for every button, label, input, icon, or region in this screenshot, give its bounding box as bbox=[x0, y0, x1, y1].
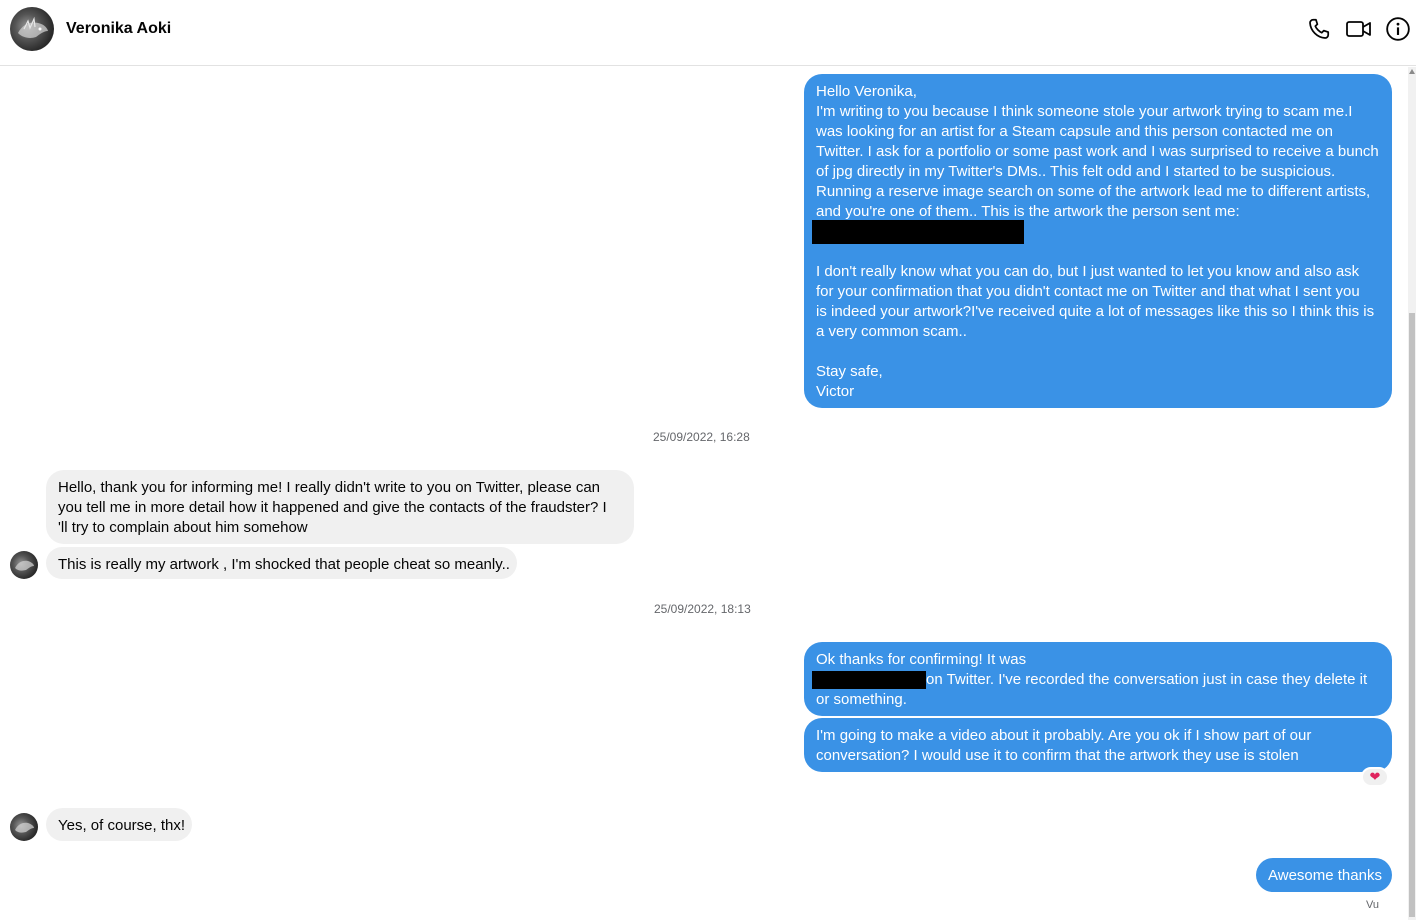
message-text: This is really my artwork , I'm shocked … bbox=[58, 556, 510, 573]
redaction-box bbox=[812, 220, 1024, 244]
message-line: or something. bbox=[816, 691, 907, 708]
redaction-box bbox=[812, 671, 926, 690]
message-line: for your confirmation that you didn't co… bbox=[816, 283, 1360, 300]
message-line-with-redaction: on Twitter. I've recorded the conversati… bbox=[812, 670, 1380, 690]
message-line: I'm going to make a video about it proba… bbox=[816, 727, 1312, 744]
message-thread[interactable]: Hello Veronika, I'm writing to you becau… bbox=[0, 67, 1408, 920]
message-line: Ok thanks for confirming! It was bbox=[816, 651, 1027, 668]
seen-indicator: Vu bbox=[1366, 899, 1380, 911]
message-line: a very common scam.. bbox=[816, 323, 967, 340]
message-line-redacted bbox=[812, 220, 1380, 244]
phone-icon[interactable] bbox=[1306, 16, 1332, 42]
message-line: you tell me in more detail how it happen… bbox=[58, 499, 607, 516]
outgoing-message-bubble[interactable]: Hello Veronika, I'm writing to you becau… bbox=[804, 74, 1392, 408]
outgoing-message-bubble[interactable]: Ok thanks for confirming! It was on Twit… bbox=[804, 642, 1392, 716]
message-line: 'll try to complain about him somehow bbox=[58, 519, 308, 536]
message-line: was looking for an artist for a Steam ca… bbox=[816, 123, 1333, 140]
message-line: Hello, thank you for informing me! I rea… bbox=[58, 479, 601, 496]
message-text: Yes, of course, thx! bbox=[58, 817, 186, 834]
message-line: conversation? I would use it to confirm … bbox=[816, 747, 1299, 764]
conversation-header: Veronika Aoki bbox=[0, 0, 1416, 66]
message-timestamp: 25/09/2022, 18:13 bbox=[654, 602, 751, 616]
heart-reaction-icon[interactable]: ❤ bbox=[1361, 767, 1389, 787]
message-line: of jpg directly in my Twitter's DMs.. Th… bbox=[816, 163, 1336, 180]
message-line: Victor bbox=[816, 383, 855, 400]
sender-avatar[interactable] bbox=[10, 813, 38, 841]
message-text: Awesome thanks bbox=[1268, 867, 1382, 884]
message-text: on Twitter. I've recorded the conversati… bbox=[926, 671, 1368, 688]
message-timestamp: 25/09/2022, 16:28 bbox=[653, 430, 750, 444]
avatar-artwork-image bbox=[18, 16, 48, 38]
scroll-up-arrow-icon[interactable] bbox=[1409, 69, 1415, 74]
message-line: is indeed your artwork?I've received qui… bbox=[816, 303, 1375, 320]
message-line: I'm writing to you because I think someo… bbox=[816, 103, 1353, 120]
incoming-message-bubble[interactable]: Yes, of course, thx! bbox=[46, 808, 192, 841]
info-icon[interactable] bbox=[1385, 16, 1411, 42]
message-line: Running a reserve image search on some o… bbox=[816, 183, 1371, 200]
message-line: Hello Veronika, bbox=[816, 83, 917, 100]
incoming-message-bubble[interactable]: This is really my artwork , I'm shocked … bbox=[46, 547, 517, 579]
incoming-message-bubble[interactable]: Hello, thank you for informing me! I rea… bbox=[46, 470, 634, 544]
contact-name[interactable]: Veronika Aoki bbox=[66, 20, 171, 38]
outgoing-message-bubble[interactable]: I'm going to make a video about it proba… bbox=[804, 718, 1392, 772]
thread-scrollbar[interactable] bbox=[1408, 67, 1416, 920]
sender-avatar[interactable] bbox=[10, 551, 38, 579]
contact-avatar[interactable] bbox=[10, 7, 54, 51]
message-line: Twitter. I ask for a portfolio or some p… bbox=[816, 143, 1379, 160]
message-line: and you're one of them.. This is the art… bbox=[816, 203, 1240, 220]
message-line: Stay safe, bbox=[816, 363, 883, 380]
message-line-blank bbox=[816, 242, 1380, 262]
outgoing-message-bubble[interactable]: Awesome thanks bbox=[1256, 858, 1392, 892]
video-camera-icon[interactable] bbox=[1345, 16, 1373, 42]
message-line: I don't really know what you can do, but… bbox=[816, 263, 1360, 280]
message-line-blank bbox=[816, 342, 1380, 362]
scrollbar-thumb[interactable] bbox=[1409, 313, 1415, 917]
